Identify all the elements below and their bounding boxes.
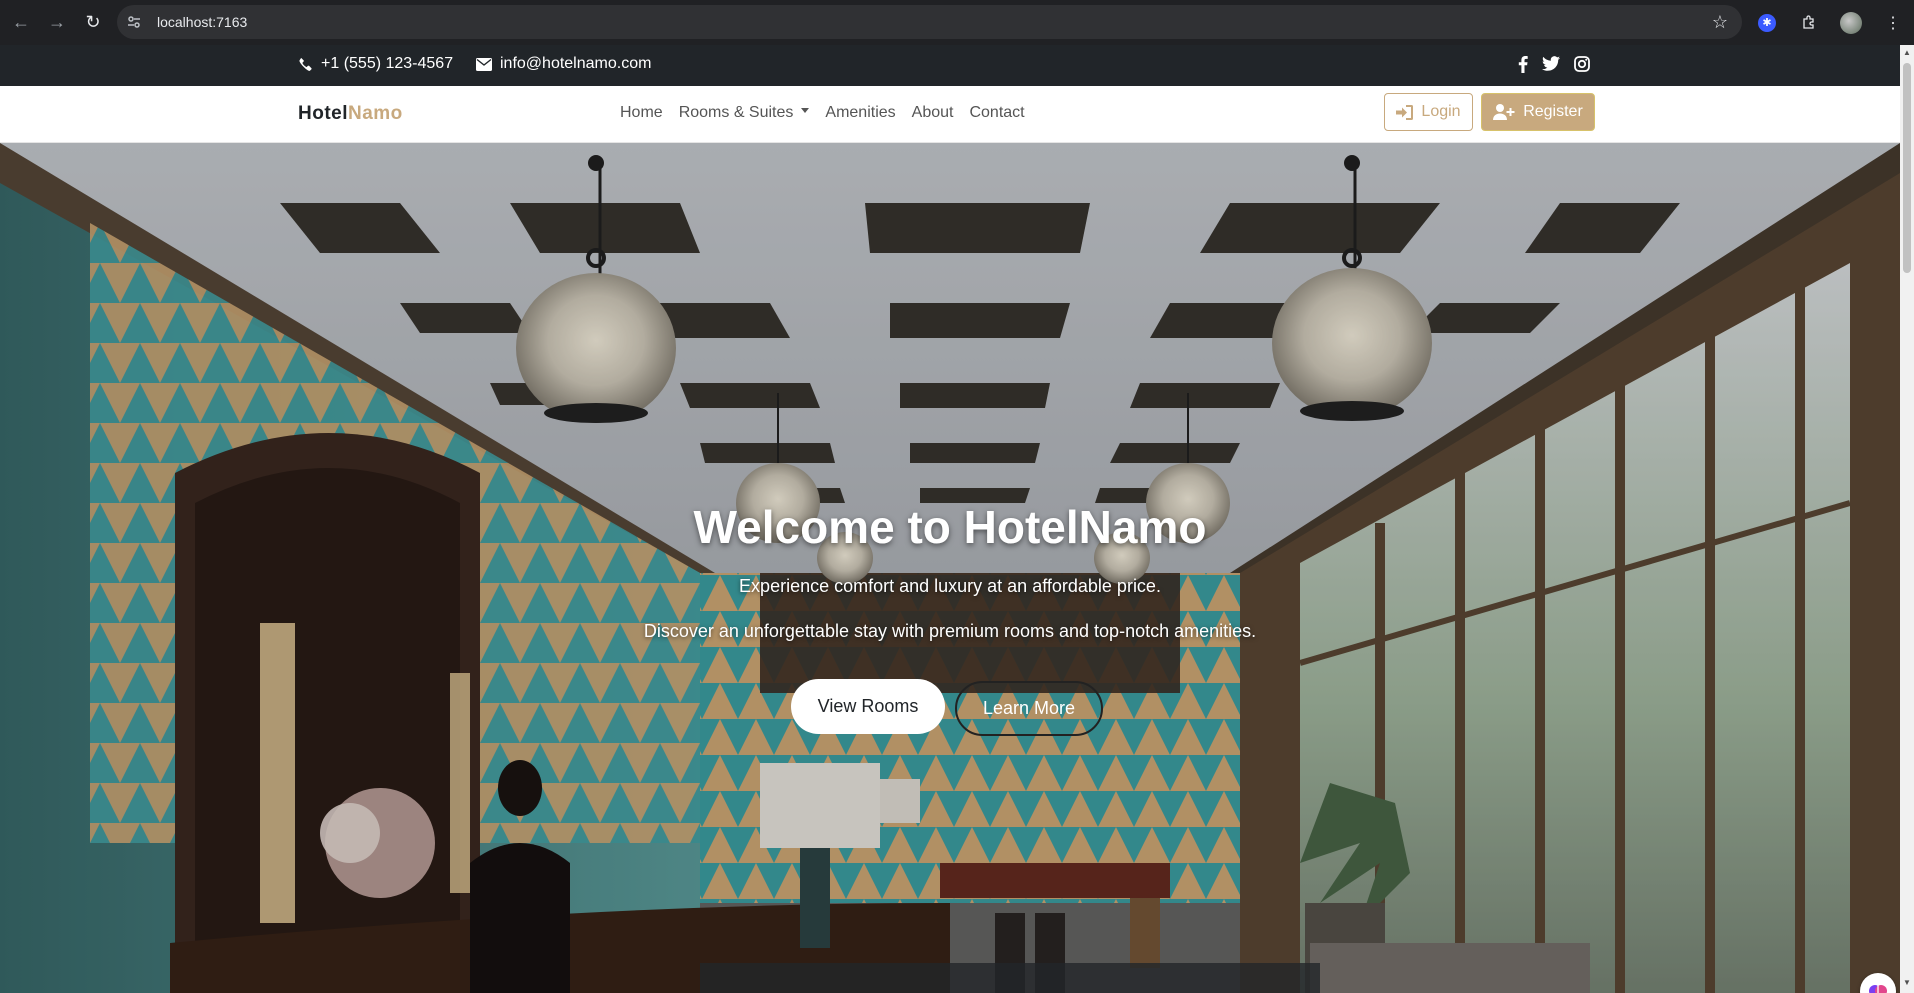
menu-kebab-icon[interactable]: ⋮ (1876, 6, 1910, 40)
phone-icon (299, 57, 312, 71)
site-info-icon[interactable] (125, 13, 143, 31)
extension-icon[interactable]: ✱ (1750, 6, 1784, 40)
brain-icon (1869, 985, 1887, 993)
hero-title: Welcome to HotelNamo (693, 501, 1207, 553)
learn-more-button[interactable]: Learn More (955, 681, 1103, 736)
login-label: Login (1421, 103, 1461, 120)
bookmark-star-icon[interactable]: ☆ (1712, 12, 1728, 33)
profile-avatar[interactable] (1834, 6, 1868, 40)
nav-rooms-label: Rooms & Suites (678, 104, 794, 121)
email-text: info@hotelnamo.com (500, 55, 652, 72)
phone-text: +1 (555) 123-4567 (321, 55, 454, 72)
brand-part1: Hotel (298, 103, 348, 124)
nav-rooms-dropdown[interactable]: Rooms & Suites (671, 104, 818, 122)
url-text[interactable]: localhost:7163 (157, 14, 247, 30)
social-links (1518, 56, 1590, 73)
address-bar[interactable]: localhost:7163 ☆ (117, 5, 1742, 39)
browser-toolbar: ← → ↻ localhost:7163 ☆ ✱ ⋮ (0, 0, 1914, 45)
view-rooms-button[interactable]: View Rooms (791, 679, 945, 734)
hero-background-image (0, 143, 1900, 993)
page: +1 (555) 123-4567 info@hotelnamo.com Hot… (0, 45, 1900, 993)
hero-description: Discover an unforgettable stay with prem… (643, 621, 1257, 641)
phone-contact[interactable]: +1 (555) 123-4567 (298, 55, 453, 73)
top-contact-bar: +1 (555) 123-4567 info@hotelnamo.com (0, 45, 1900, 86)
scroll-up-icon[interactable]: ▲ (1902, 48, 1912, 58)
nav-contact[interactable]: Contact (961, 104, 1032, 122)
main-navbar: HotelNamo Home Rooms & Suites Amenities … (0, 86, 1900, 143)
hero-subtitle: Experience comfort and luxury at an affo… (739, 576, 1161, 596)
login-button[interactable]: Login (1384, 93, 1473, 131)
register-button[interactable]: Register (1481, 93, 1595, 131)
reload-icon[interactable]: ↻ (76, 6, 110, 40)
nav-amenities[interactable]: Amenities (817, 104, 903, 122)
back-icon[interactable]: ← (4, 6, 38, 40)
scroll-down-icon[interactable]: ▼ (1902, 978, 1912, 988)
sign-in-icon (1396, 104, 1414, 120)
brand-logo[interactable]: HotelNamo (298, 103, 403, 125)
extensions-puzzle-icon[interactable] (1792, 6, 1826, 40)
envelope-icon (476, 57, 492, 71)
brand-part2: Namo (348, 103, 403, 124)
nav-about[interactable]: About (904, 104, 962, 122)
register-label: Register (1523, 103, 1583, 120)
user-plus-icon (1493, 104, 1515, 120)
nav-menu: Home Rooms & Suites Amenities About Cont… (612, 104, 1033, 122)
twitter-icon[interactable] (1542, 56, 1560, 72)
hero-section: Welcome to HotelNamo Experience comfort … (0, 143, 1900, 993)
email-contact[interactable]: info@hotelnamo.com (476, 55, 651, 73)
forward-icon[interactable]: → (40, 6, 74, 40)
caret-down-icon (801, 108, 810, 114)
instagram-icon[interactable] (1574, 56, 1590, 72)
nav-home[interactable]: Home (612, 104, 671, 122)
facebook-icon[interactable] (1518, 56, 1528, 73)
scroll-thumb[interactable] (1903, 63, 1911, 273)
page-scrollbar[interactable]: ▲ ▼ (1900, 45, 1914, 993)
